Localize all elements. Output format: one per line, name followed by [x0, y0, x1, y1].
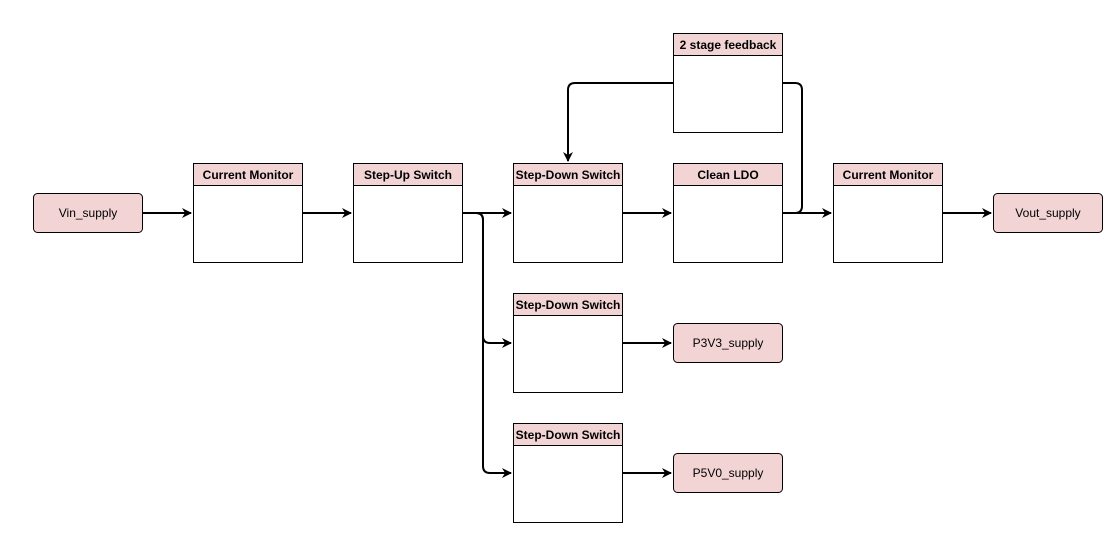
block-title: Step-Down Switch [516, 298, 621, 312]
block-title: Step-Down Switch [516, 168, 621, 182]
block-title: Current Monitor [203, 168, 294, 182]
block-title: 2 stage feedback [680, 38, 777, 52]
p3v3-supply: P3V3_supply [673, 323, 783, 363]
connections [143, 82, 992, 478]
block-current-monitor-out: Current Monitor [833, 163, 943, 263]
block-title: Current Monitor [843, 168, 934, 182]
block-current-monitor-in: Current Monitor [193, 163, 303, 263]
vout-supply-label: Vout_supply [1015, 206, 1080, 220]
block-step-down-3v3: Step-Down Switch [513, 293, 623, 393]
p3v3-supply-label: P3V3_supply [693, 336, 764, 350]
block-2-stage-feedback: 2 stage feedback [673, 33, 783, 133]
block-step-down-5v0: Step-Down Switch [513, 423, 623, 523]
block-title: Step-Down Switch [516, 428, 621, 442]
block-clean-ldo: Clean LDO [673, 163, 783, 263]
power-diagram: Vin_supply Vout_supply P3V3_supply P5V0_… [33, 33, 1103, 523]
block-step-up-switch: Step-Up Switch [353, 163, 463, 263]
edge-ldo-to-feedback [783, 82, 803, 214]
block-step-down-main: Step-Down Switch [513, 163, 623, 263]
edge-stepup-to-stepdown-3v3 [463, 212, 512, 348]
block-title: Clean LDO [697, 168, 758, 182]
block-title: Step-Up Switch [364, 168, 452, 182]
edge-feedback-to-stepdown [563, 82, 673, 162]
vout-supply: Vout_supply [993, 193, 1103, 233]
p5v0-supply-label: P5V0_supply [693, 466, 764, 480]
vin-supply-label: Vin_supply [59, 206, 118, 220]
p5v0-supply: P5V0_supply [673, 453, 783, 493]
vin-supply: Vin_supply [33, 193, 143, 233]
